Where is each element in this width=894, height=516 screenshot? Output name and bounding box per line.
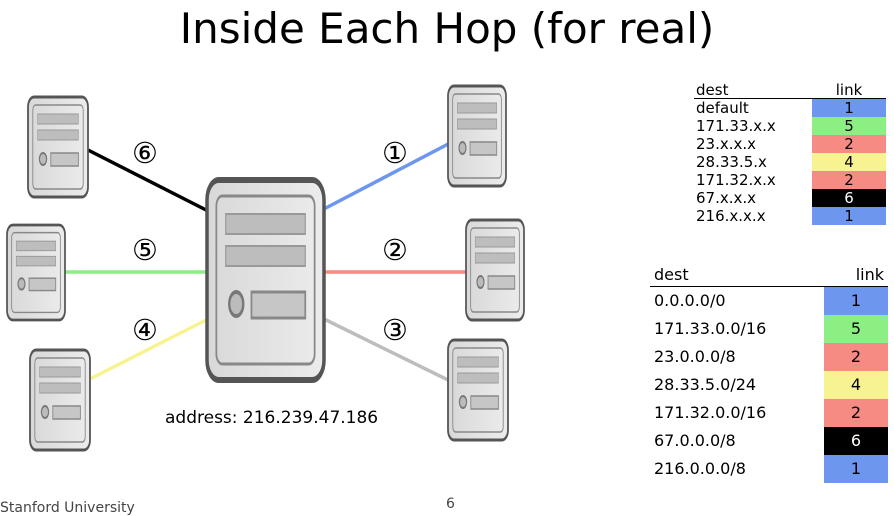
link-cell: 6 xyxy=(824,427,888,455)
link-cell: 2 xyxy=(812,171,886,189)
column-header-link: link xyxy=(824,264,888,287)
link-cell: 1 xyxy=(824,455,888,483)
dest-cell: 67.0.0.0/8 xyxy=(654,431,736,450)
table-row: 171.33.0.0/16 5 xyxy=(650,315,888,343)
table-row: default 1 xyxy=(694,98,886,117)
link-cell: 2 xyxy=(824,399,888,427)
dest-cell: 23.0.0.0/8 xyxy=(654,347,736,366)
dest-cell: 23.x.x.x xyxy=(696,135,757,153)
dest-cell: default xyxy=(696,99,749,117)
link-label-2: ② xyxy=(382,233,408,267)
dest-cell: 0.0.0.0/0 xyxy=(654,291,726,310)
link-cell: 4 xyxy=(812,153,886,171)
table-row: 171.32.0.0/16 2 xyxy=(650,399,888,427)
table-row: 0.0.0.0/0 1 xyxy=(650,286,888,315)
router-address: address: 216.239.47.186 xyxy=(165,408,379,428)
link-cell: 1 xyxy=(812,98,886,117)
link-cell: 1 xyxy=(812,207,886,225)
link-label-4: ④ xyxy=(132,313,158,347)
server-right-top xyxy=(446,84,508,188)
dest-cell: 216.x.x.x xyxy=(696,207,766,225)
link-label-6: ⑥ xyxy=(132,136,158,170)
table-row: 67.x.x.x 6 xyxy=(694,189,886,207)
server-right-bottom xyxy=(446,338,510,442)
server-left-middle xyxy=(5,223,67,322)
link-cell: 2 xyxy=(824,343,888,371)
dest-cell: 28.33.5.0/24 xyxy=(654,375,757,394)
link-label-3: ③ xyxy=(382,313,408,347)
column-header-dest: dest xyxy=(650,264,824,287)
link-label-1: ① xyxy=(382,136,408,170)
dest-cell: 171.32.x.x xyxy=(696,171,776,189)
footer-institution: Stanford University xyxy=(0,500,135,516)
router-central xyxy=(207,180,324,380)
page-number: 6 xyxy=(446,496,455,512)
link-cell: 6 xyxy=(812,189,886,207)
dest-cell: 216.0.0.0/8 xyxy=(654,459,746,478)
link-cell: 5 xyxy=(824,315,888,343)
column-header-link: link xyxy=(812,82,886,99)
link-cell: 1 xyxy=(824,286,888,315)
table-row: 67.0.0.0/8 6 xyxy=(650,427,888,455)
link-label-5: ⑤ xyxy=(132,233,158,267)
table-row: 23.0.0.0/8 2 xyxy=(650,343,888,371)
column-header-dest: dest xyxy=(694,82,812,99)
forwarding-table-summary: dest link default 1 171.33.x.x 5 23.x.x.… xyxy=(694,82,886,225)
dest-cell: 171.32.0.0/16 xyxy=(654,403,767,422)
link-cell: 2 xyxy=(812,135,886,153)
table-row: 216.x.x.x 1 xyxy=(694,207,886,225)
table-row: 23.x.x.x 2 xyxy=(694,135,886,153)
table-row: 171.32.x.x 2 xyxy=(694,171,886,189)
server-left-bottom xyxy=(28,348,92,452)
link-cell: 4 xyxy=(824,371,888,399)
server-left-top xyxy=(26,95,90,199)
dest-cell: 28.33.5.x xyxy=(696,153,767,171)
link-cell: 5 xyxy=(812,117,886,135)
server-right-middle xyxy=(464,218,526,322)
table-row: 171.33.x.x 5 xyxy=(694,117,886,135)
forwarding-table-prefixes: dest link 0.0.0.0/0 1 171.33.0.0/16 5 23… xyxy=(650,264,888,483)
table-row: 216.0.0.0/8 1 xyxy=(650,455,888,483)
dest-cell: 67.x.x.x xyxy=(696,189,757,207)
dest-cell: 171.33.x.x xyxy=(696,117,776,135)
table-row: 28.33.5.0/24 4 xyxy=(650,371,888,399)
table-row: 28.33.5.x 4 xyxy=(694,153,886,171)
dest-cell: 171.33.0.0/16 xyxy=(654,319,767,338)
